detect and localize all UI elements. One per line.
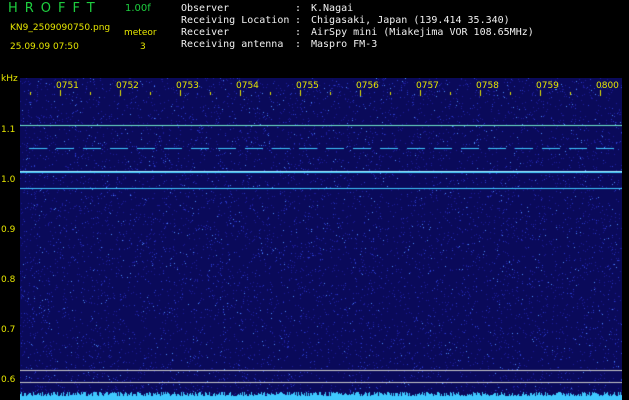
x-tick-label: 0759 (536, 81, 559, 91)
y-tick-label: 0.9 (1, 225, 16, 235)
info-row-receiver: Receiver: AirSpy mini (Miakejima VOR 108.… (181, 27, 534, 38)
x-tick-label: 0751 (56, 81, 79, 91)
info-key: Observer (181, 3, 230, 14)
y-tick-label: 0.7 (1, 325, 16, 335)
info-row-observer: Observer: K.Nagai (181, 3, 354, 14)
detection-count: 3 (140, 42, 146, 52)
y-tick-label: 0.8 (1, 275, 16, 285)
spectrogram-canvas (20, 78, 622, 400)
info-value: AirSpy mini (Miakejima VOR 108.65MHz) (311, 27, 534, 38)
y-tick-label: 1.0 (1, 175, 16, 185)
x-tick-label: 0800 (596, 81, 619, 91)
info-value: K.Nagai (311, 3, 354, 14)
info-row-location: Receiving Location: Chigasaki, Japan (139… (181, 15, 510, 26)
info-row-antenna: Receiving antenna: Maspro FM-3 (181, 39, 378, 50)
info-value: Maspro FM-3 (311, 39, 378, 50)
x-tick-label: 0756 (356, 81, 379, 91)
info-key: Receiving Location (181, 15, 290, 26)
info-key: Receiver (181, 27, 230, 38)
version-label: 1.00f (125, 3, 151, 14)
station-info: Observer: K.Nagai Receiving Location: Chig… (181, 3, 534, 51)
capture-datetime: 25.09.09 07:50 (10, 42, 79, 52)
x-tick-label: 0754 (236, 81, 259, 91)
x-tick-label: 0752 (116, 81, 139, 91)
x-tick-label: 0758 (476, 81, 499, 91)
y-tick-label: 1.1 (1, 125, 16, 135)
mode-label: meteor (124, 28, 157, 38)
info-key: Receiving antenna (181, 39, 284, 50)
app-title: HROFFT (8, 1, 102, 16)
file-name: KN9_2509090750.png (10, 23, 111, 33)
x-tick-label: 0757 (416, 81, 439, 91)
info-value: Chigasaki, Japan (139.414 35.340) (311, 15, 510, 26)
frequency-unit: kHz (1, 74, 18, 84)
x-tick-label: 0753 (176, 81, 199, 91)
x-tick-label: 0755 (296, 81, 319, 91)
y-tick-label: 0.6 (1, 375, 16, 385)
